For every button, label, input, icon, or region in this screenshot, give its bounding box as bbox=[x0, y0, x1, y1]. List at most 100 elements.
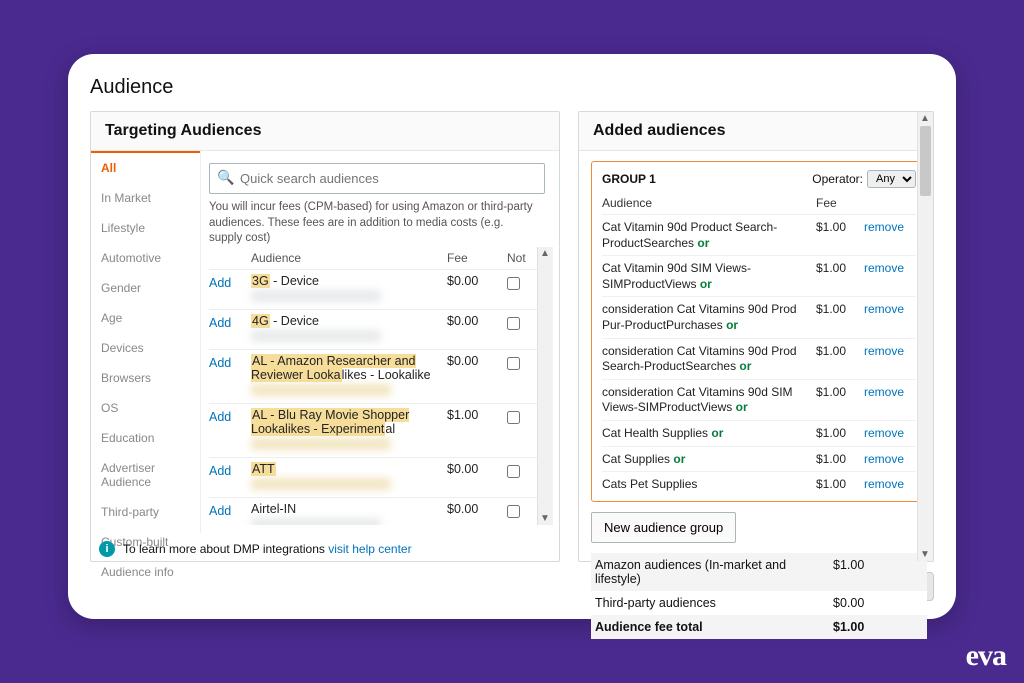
category-tab-os[interactable]: OS bbox=[91, 393, 200, 423]
category-tab-audience-info[interactable]: Audience info bbox=[91, 557, 200, 587]
group-audience-name: consideration Cat Vitamins 90d Prod Sear… bbox=[602, 344, 816, 375]
group-audience-fee: $1.00 bbox=[816, 344, 864, 375]
total-label: Audience fee total bbox=[595, 620, 833, 634]
audience-scrollbar[interactable]: ▲ ▼ bbox=[537, 247, 553, 525]
add-link[interactable]: Add bbox=[209, 354, 245, 370]
group-audience-name: Cat Health Supplies or bbox=[602, 426, 816, 442]
group-audience-name: Cats Pet Supplies bbox=[602, 477, 816, 493]
search-input[interactable] bbox=[209, 163, 545, 194]
audience-row: Add ATT $0.00 bbox=[209, 457, 537, 497]
category-tab-lifestyle[interactable]: Lifestyle bbox=[91, 213, 200, 243]
group-audience-fee: $1.00 bbox=[816, 302, 864, 333]
group-audience-fee: $1.00 bbox=[816, 385, 864, 416]
group-audience-fee: $1.00 bbox=[816, 477, 864, 493]
info-icon: i bbox=[99, 541, 115, 557]
audience-row: Add AL - Amazon Researcher and Reviewer L… bbox=[209, 349, 537, 403]
not-checkbox[interactable] bbox=[507, 317, 520, 330]
audience-row: Add 3G - Device $0.00 bbox=[209, 269, 537, 309]
scroll-up-icon[interactable]: ▲ bbox=[540, 248, 550, 259]
audience-name: 3G - Device bbox=[251, 274, 441, 305]
group-audience-name: consideration Cat Vitamins 90d Prod Pur-… bbox=[602, 302, 816, 333]
audience-fee: $0.00 bbox=[447, 502, 501, 516]
not-checkbox[interactable] bbox=[507, 277, 520, 290]
audience-fee: $0.00 bbox=[447, 274, 501, 288]
remove-link[interactable]: remove bbox=[864, 344, 916, 375]
audience-name: 4G - Device bbox=[251, 314, 441, 345]
category-tab-browsers[interactable]: Browsers bbox=[91, 363, 200, 393]
audience-name: AL - Amazon Researcher and Reviewer Look… bbox=[251, 354, 441, 399]
audience-name: AL - Blu Ray Movie Shopper Lookalikes - … bbox=[251, 408, 441, 453]
category-tab-all[interactable]: All bbox=[91, 151, 200, 183]
added-title: Added audiences bbox=[579, 112, 933, 151]
right-scrollbar[interactable]: ▲ ▼ bbox=[917, 112, 933, 561]
info-row: i To learn more about DMP integrations v… bbox=[91, 533, 559, 561]
remove-link[interactable]: remove bbox=[864, 452, 916, 468]
targeting-title: Targeting Audiences bbox=[91, 112, 559, 151]
group-audience-name: Cat Supplies or bbox=[602, 452, 816, 468]
group-audience-name: Cat Vitamin 90d Product Search-ProductSe… bbox=[602, 220, 816, 251]
audience-row: Add Airtel-IN $0.00 bbox=[209, 497, 537, 525]
scroll-down-icon[interactable]: ▼ bbox=[920, 549, 930, 560]
add-link[interactable]: Add bbox=[209, 502, 245, 518]
group-row: Cat Vitamin 90d SIM Views-SIMProductView… bbox=[602, 255, 916, 296]
audience-fee: $0.00 bbox=[447, 462, 501, 476]
fee-note: You will incur fees (CPM-based) for usin… bbox=[209, 200, 553, 247]
audience-table-header: Audience Fee Not bbox=[209, 247, 537, 269]
not-checkbox[interactable] bbox=[507, 465, 520, 478]
audience-fee: $0.00 bbox=[447, 314, 501, 328]
added-panel: Added audiences GROUP 1 Operator: Any Au… bbox=[578, 111, 934, 562]
remove-link[interactable]: remove bbox=[864, 302, 916, 333]
total-label: Amazon audiences (In-market and lifestyl… bbox=[595, 558, 833, 586]
remove-link[interactable]: remove bbox=[864, 385, 916, 416]
scroll-thumb[interactable] bbox=[920, 126, 931, 196]
scroll-down-icon[interactable]: ▼ bbox=[540, 513, 550, 524]
group-row: Cat Health Supplies or$1.00remove bbox=[602, 420, 916, 446]
audience-fee: $1.00 bbox=[447, 408, 501, 422]
group-row: Cat Vitamin 90d Product Search-ProductSe… bbox=[602, 215, 916, 255]
not-checkbox[interactable] bbox=[507, 357, 520, 370]
total-value: $1.00 bbox=[833, 558, 923, 586]
targeting-panel: Targeting Audiences AllIn MarketLifestyl… bbox=[90, 111, 560, 562]
brand-logo: eva bbox=[966, 639, 1006, 673]
audience-name: Airtel-IN bbox=[251, 502, 441, 525]
group-row: consideration Cat Vitamins 90d SIM Views… bbox=[602, 379, 916, 420]
group-row: Cats Pet Supplies $1.00remove bbox=[602, 471, 916, 497]
scroll-up-icon[interactable]: ▲ bbox=[920, 113, 930, 124]
audience-row: Add 4G - Device $0.00 bbox=[209, 309, 537, 349]
audience-fee: $0.00 bbox=[447, 354, 501, 368]
group-audience-fee: $1.00 bbox=[816, 452, 864, 468]
category-tab-gender[interactable]: Gender bbox=[91, 273, 200, 303]
add-link[interactable]: Add bbox=[209, 274, 245, 290]
category-tab-devices[interactable]: Devices bbox=[91, 333, 200, 363]
total-row: Third-party audiences$0.00 bbox=[591, 591, 927, 615]
group-row: consideration Cat Vitamins 90d Prod Sear… bbox=[602, 338, 916, 379]
category-tab-third-party[interactable]: Third-party bbox=[91, 497, 200, 527]
new-audience-group-button[interactable]: New audience group bbox=[591, 512, 736, 543]
group-audience-name: Cat Vitamin 90d SIM Views-SIMProductView… bbox=[602, 261, 816, 292]
category-tab-automotive[interactable]: Automotive bbox=[91, 243, 200, 273]
audience-group-1: GROUP 1 Operator: Any Audience Fee bbox=[591, 161, 927, 502]
total-row: Audience fee total$1.00 bbox=[591, 615, 927, 639]
info-text: To learn more about DMP integrations bbox=[123, 542, 328, 556]
group-table-header: Audience Fee bbox=[602, 192, 916, 215]
remove-link[interactable]: remove bbox=[864, 477, 916, 493]
help-center-link[interactable]: visit help center bbox=[328, 542, 411, 556]
not-checkbox[interactable] bbox=[507, 411, 520, 424]
group-audience-fee: $1.00 bbox=[816, 261, 864, 292]
not-checkbox[interactable] bbox=[507, 505, 520, 518]
group-audience-fee: $1.00 bbox=[816, 220, 864, 251]
category-tab-advertiser-audience[interactable]: Advertiser Audience bbox=[91, 453, 200, 497]
category-tab-in-market[interactable]: In Market bbox=[91, 183, 200, 213]
add-link[interactable]: Add bbox=[209, 462, 245, 478]
operator-select[interactable]: Any bbox=[867, 170, 916, 188]
audience-name: ATT bbox=[251, 462, 441, 493]
search-icon: 🔍 bbox=[217, 169, 234, 186]
category-tab-age[interactable]: Age bbox=[91, 303, 200, 333]
remove-link[interactable]: remove bbox=[864, 261, 916, 292]
remove-link[interactable]: remove bbox=[864, 426, 916, 442]
remove-link[interactable]: remove bbox=[864, 220, 916, 251]
add-link[interactable]: Add bbox=[209, 408, 245, 424]
group-audience-fee: $1.00 bbox=[816, 426, 864, 442]
category-tab-education[interactable]: Education bbox=[91, 423, 200, 453]
add-link[interactable]: Add bbox=[209, 314, 245, 330]
